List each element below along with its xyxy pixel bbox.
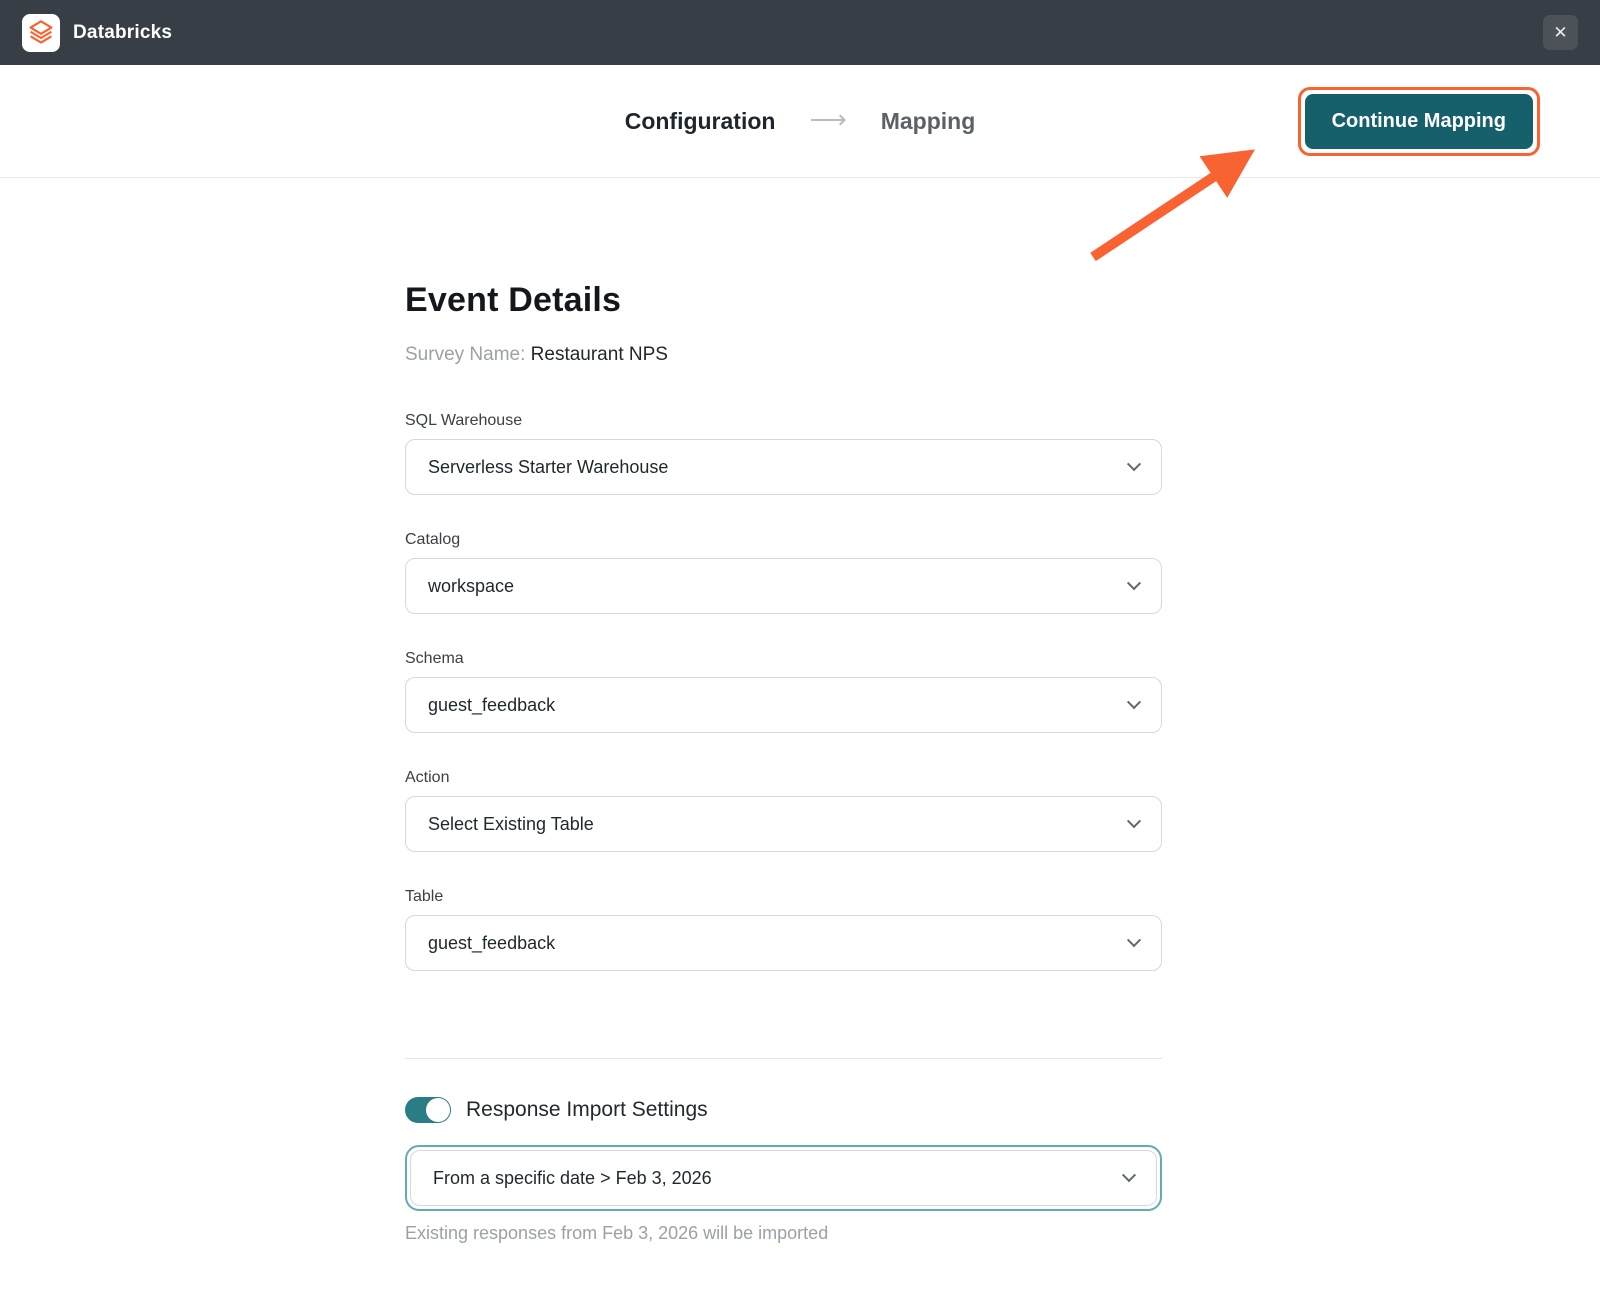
response-import-settings-label: Response Import Settings xyxy=(466,1098,708,1122)
app-title: Databricks xyxy=(73,22,172,44)
import-date-select[interactable]: From a specific date > Feb 3, 2026 xyxy=(410,1150,1157,1206)
chevron-down-icon xyxy=(1127,695,1141,709)
catalog-select[interactable]: workspace xyxy=(405,558,1162,614)
import-helper-text: Existing responses from Feb 3, 2026 will… xyxy=(405,1223,1162,1244)
field-label: Schema xyxy=(405,650,1162,668)
select-value: guest_feedback xyxy=(428,933,555,954)
step-mapping: Mapping xyxy=(881,108,976,135)
field-label: Action xyxy=(405,769,1162,787)
field-label: Table xyxy=(405,888,1162,906)
step-configuration: Configuration xyxy=(625,108,776,135)
chevron-down-icon xyxy=(1127,576,1141,590)
survey-name-value: Restaurant NPS xyxy=(531,344,668,365)
step-arrow-icon: ⟶ xyxy=(809,106,846,136)
configuration-form: SQL Warehouse Serverless Starter Warehou… xyxy=(405,412,1162,971)
schema-select[interactable]: guest_feedback xyxy=(405,677,1162,733)
event-details-panel: Event Details Survey Name: Restaurant NP… xyxy=(405,178,1162,1244)
field-catalog: Catalog workspace xyxy=(405,531,1162,614)
field-label: SQL Warehouse xyxy=(405,412,1162,430)
step-nav: Configuration ⟶ Mapping xyxy=(625,106,976,136)
chevron-down-icon xyxy=(1127,457,1141,471)
close-icon[interactable]: ✕ xyxy=(1543,15,1578,50)
chevron-down-icon xyxy=(1127,814,1141,828)
field-action: Action Select Existing Table xyxy=(405,769,1162,852)
section-divider xyxy=(405,1058,1162,1059)
survey-name-line: Survey Name: Restaurant NPS xyxy=(405,344,1162,366)
field-sql-warehouse: SQL Warehouse Serverless Starter Warehou… xyxy=(405,412,1162,495)
select-value: guest_feedback xyxy=(428,695,555,716)
import-date-focus-ring: From a specific date > Feb 3, 2026 xyxy=(405,1145,1162,1211)
select-value: Serverless Starter Warehouse xyxy=(428,457,668,478)
response-import-settings-row: Response Import Settings xyxy=(405,1097,1162,1123)
continue-button-highlight-ring: Continue Mapping xyxy=(1298,87,1540,156)
chevron-down-icon xyxy=(1127,933,1141,947)
page-title: Event Details xyxy=(405,281,1162,320)
field-schema: Schema guest_feedback xyxy=(405,650,1162,733)
field-label: Catalog xyxy=(405,531,1162,549)
select-value: workspace xyxy=(428,576,514,597)
select-value: From a specific date > Feb 3, 2026 xyxy=(433,1168,712,1189)
toggle-knob xyxy=(426,1098,450,1122)
databricks-logo-icon xyxy=(22,14,60,52)
table-select[interactable]: guest_feedback xyxy=(405,915,1162,971)
step-header: Configuration ⟶ Mapping Continue Mapping xyxy=(0,65,1600,178)
continue-mapping-button[interactable]: Continue Mapping xyxy=(1305,94,1533,149)
select-value: Select Existing Table xyxy=(428,814,594,835)
action-select[interactable]: Select Existing Table xyxy=(405,796,1162,852)
survey-name-label: Survey Name: xyxy=(405,344,525,365)
field-table: Table guest_feedback xyxy=(405,888,1162,971)
response-import-toggle[interactable] xyxy=(405,1097,451,1123)
sql-warehouse-select[interactable]: Serverless Starter Warehouse xyxy=(405,439,1162,495)
app-header: Databricks ✕ xyxy=(0,0,1600,65)
chevron-down-icon xyxy=(1122,1168,1136,1182)
